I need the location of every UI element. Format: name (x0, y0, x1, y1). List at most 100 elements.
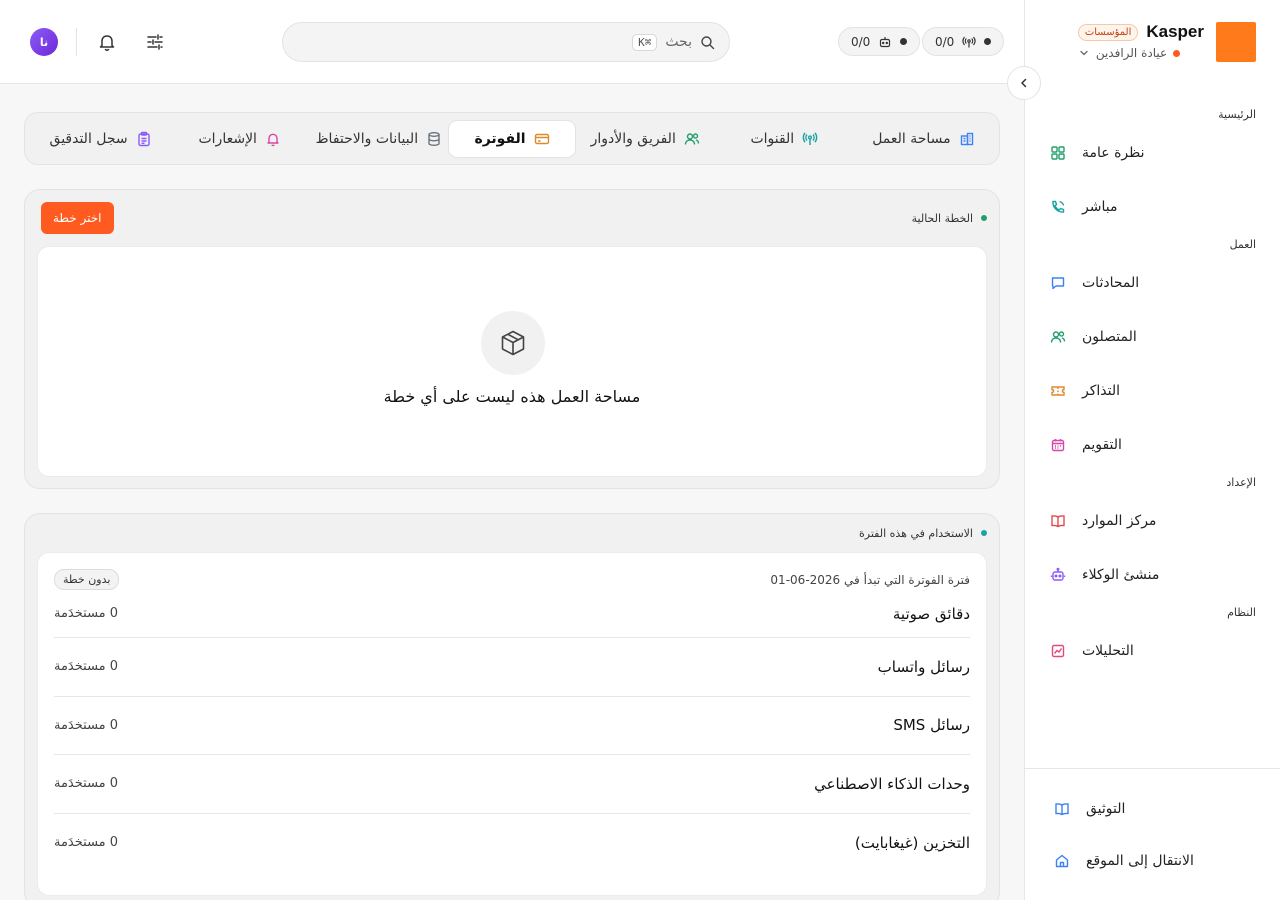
tab-channels[interactable]: القنوات (715, 120, 854, 158)
sidebar-item-label: منشئ الوكلاء (1082, 567, 1160, 583)
users-icon (1050, 329, 1066, 345)
tab-workspace[interactable]: مساحة العمل (854, 120, 993, 158)
tab-label: سجل التدقيق (49, 130, 128, 147)
search-bar[interactable]: بحث ⌘K (282, 22, 730, 62)
phone-icon (1050, 199, 1066, 215)
sidebar-item-label: التحليلات (1082, 643, 1134, 659)
usage-name: رسائل واتساب (877, 657, 970, 676)
choose-plan-button[interactable]: اختر خطة (41, 202, 114, 234)
sidebar-footer-label: التوثيق (1086, 801, 1126, 817)
sidebar-item-label: التذاكر (1082, 383, 1121, 399)
sidebar-item-conversations[interactable]: المحادثات (1024, 256, 1280, 310)
workspace-switcher[interactable]: عيادة الرافدين (1078, 46, 1181, 60)
bot-icon (1050, 567, 1066, 583)
database-icon (426, 131, 442, 147)
sidebar-item-calendar[interactable]: التقويم (1024, 418, 1280, 472)
bot-icon (878, 35, 892, 49)
sidebar-item-tickets[interactable]: التذاكر (1024, 364, 1280, 418)
package-icon (481, 311, 545, 375)
tab-audit-log[interactable]: سجل التدقيق (31, 120, 170, 158)
sidebar-item-agent-builder[interactable]: منشئ الوكلاء (1024, 548, 1280, 602)
tab-label: القنوات (750, 130, 795, 147)
workspace-status-dot (1173, 49, 1181, 57)
brand[interactable]: Kasper المؤسسات عيادة الرافدين (1077, 22, 1256, 62)
card-title: الاستخدام في هذه الفترة (859, 527, 987, 540)
sidebar-item-docs[interactable]: التوثيق (1024, 783, 1280, 835)
home-icon (1054, 853, 1070, 869)
usage-name: رسائل SMS (893, 716, 970, 735)
building-icon (959, 131, 975, 147)
usage-card: الاستخدام في هذه الفترة فترة الفوترة الت… (24, 513, 1000, 900)
usage-name: وحدات الذكاء الاصطناعي (814, 774, 970, 793)
live-agents-counter[interactable]: 0/0 (838, 27, 921, 56)
status-dot (981, 215, 987, 221)
live-channels-counter[interactable]: 0/0 (922, 27, 1005, 56)
status-dot (981, 530, 987, 536)
usage-name: التخزين (غيغابايت) (854, 833, 970, 852)
tab-label: الإشعارات (198, 130, 257, 147)
docs-icon (1054, 801, 1070, 817)
settings-tabs: مساحة العمل القنوات الفريق والأدوار الفو… (24, 112, 1000, 165)
sidebar-item-resource-center[interactable]: مركز الموارد (1024, 494, 1280, 548)
plan-empty-state: مساحة العمل هذه ليست على أي خطة (37, 246, 987, 477)
sidebar-collapse-button[interactable] (1007, 66, 1041, 100)
sidebar-item-analytics[interactable]: التحليلات (1024, 624, 1280, 678)
brand-logo (1216, 22, 1256, 62)
search-placeholder: بحث (665, 34, 692, 50)
bell-icon (97, 32, 117, 52)
usage-row: التخزين (غيغابايت) 0 مستخدَمة (54, 814, 970, 873)
sidebar-item-label: نظرة عامة (1082, 145, 1145, 161)
sidebar-footer: التوثيق الانتقال إلى الموقع (1024, 768, 1280, 887)
nav-section-setup: الإعداد (1226, 476, 1256, 489)
usage-name: دقائق صوتية (892, 604, 970, 623)
usage-row: رسائل SMS 0 مستخدَمة (54, 697, 970, 755)
plan-badge: المؤسسات (1077, 23, 1139, 41)
nav-section-home: الرئيسية (1218, 108, 1256, 121)
current-plan-card: الخطة الحالية اختر خطة مساحة العمل هذه ل… (24, 189, 1000, 489)
sidebar-item-live[interactable]: مباشر (1024, 180, 1280, 234)
billing-period: فترة الفوترة التي تبدأ في 2026-06-01 (770, 572, 970, 587)
nav-section-work: العمل (1229, 238, 1256, 251)
sidebar-item-go-to-site[interactable]: الانتقال إلى الموقع (1024, 835, 1280, 887)
sidebar-item-contacts[interactable]: المتصلون (1024, 310, 1280, 364)
notifications-button[interactable] (95, 30, 119, 54)
usage-value: 0 مستخدَمة (54, 717, 119, 733)
antenna-icon (802, 131, 818, 147)
sliders-icon (145, 32, 165, 52)
chevron-left-icon (1017, 76, 1031, 90)
tab-label: البيانات والاحتفاظ (315, 130, 419, 147)
credit-card-icon (534, 131, 550, 147)
tab-team-roles[interactable]: الفريق والأدوار (576, 120, 715, 158)
sidebar-item-label: المتصلون (1082, 329, 1137, 345)
usage-title: الاستخدام في هذه الفترة (859, 526, 973, 540)
usage-row: دقائق صوتية 0 مستخدَمة (54, 590, 970, 638)
status-badge: بدون خطة (54, 569, 120, 590)
tab-label: الفريق والأدوار (590, 130, 676, 147)
tab-label: مساحة العمل (872, 130, 951, 147)
status-dot (900, 38, 908, 45)
usage-value: 0 مستخدَمة (54, 606, 119, 621)
sidebar-item-label: المحادثات (1082, 275, 1140, 291)
top-bar: 0/0 0/0 بحث ⌘K نا (0, 0, 1024, 84)
empty-state-text: مساحة العمل هذه ليست على أي خطة (383, 387, 641, 406)
chat-icon (1050, 275, 1066, 291)
usage-value: 0 مستخدَمة (54, 776, 119, 792)
tab-notifications[interactable]: الإشعارات (170, 120, 309, 158)
sidebar-item-overview[interactable]: نظرة عامة (1024, 126, 1280, 180)
counter-value: 0/0 (851, 34, 871, 49)
grid-icon (1050, 145, 1066, 161)
tab-data-retention[interactable]: البيانات والاحتفاظ (309, 120, 448, 158)
avatar[interactable]: نا (30, 28, 58, 56)
filters-button[interactable] (143, 30, 167, 54)
usage-panel: فترة الفوترة التي تبدأ في 2026-06-01 بدو… (37, 552, 987, 896)
sidebar-footer-label: الانتقال إلى الموقع (1086, 853, 1194, 869)
usage-list: دقائق صوتية 0 مستخدَمة رسائل واتساب 0 مس… (38, 590, 986, 872)
tab-label: الفوترة (474, 130, 526, 147)
sidebar: Kasper المؤسسات عيادة الرافدين الرئيسية … (1024, 0, 1280, 900)
sidebar-item-label: مباشر (1082, 199, 1118, 215)
clipboard-icon (136, 131, 152, 147)
usage-row: رسائل واتساب 0 مستخدَمة (54, 638, 970, 697)
users-icon (684, 131, 700, 147)
usage-value: 0 مستخدَمة (54, 835, 119, 851)
tab-billing[interactable]: الفوترة (448, 119, 576, 158)
